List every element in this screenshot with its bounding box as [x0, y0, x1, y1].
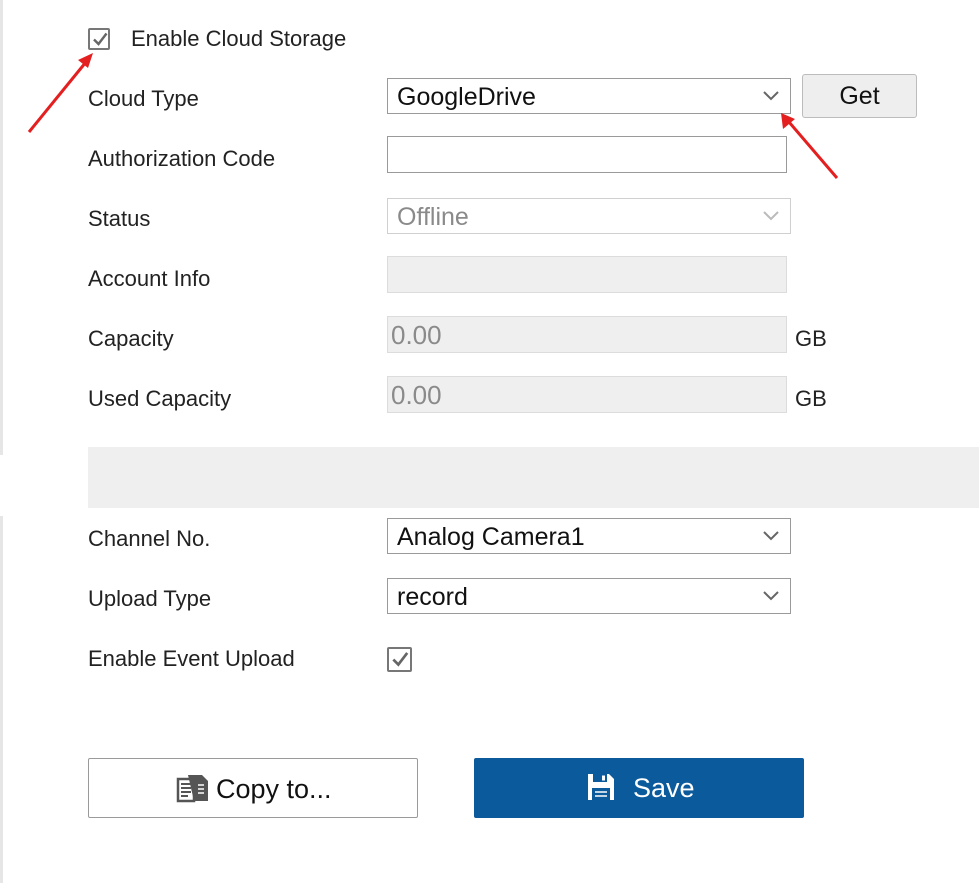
- authorization-code-label: Authorization Code: [88, 146, 276, 171]
- status-value: Offline: [397, 203, 469, 231]
- capacity-input: 0.00: [387, 316, 787, 353]
- chevron-down-icon: [763, 531, 779, 541]
- save-button[interactable]: Save: [474, 758, 804, 818]
- save-icon: [588, 774, 614, 800]
- used-capacity-value: 0.00: [391, 380, 442, 410]
- authorization-code-input[interactable]: [387, 136, 787, 173]
- channel-no-value: Analog Camera1: [397, 523, 585, 551]
- upload-type-value: record: [397, 583, 468, 611]
- checkmark-icon: [392, 652, 409, 667]
- annotation-arrow: [781, 113, 839, 179]
- used-capacity-input: 0.00: [387, 376, 787, 413]
- left-border: [0, 516, 3, 883]
- capacity-unit: GB: [795, 326, 827, 351]
- channel-no-select[interactable]: Analog Camera1: [387, 518, 791, 554]
- copy-to-label: Copy to...: [216, 774, 332, 804]
- used-capacity-label: Used Capacity: [88, 386, 232, 411]
- left-border: [0, 0, 3, 455]
- section-divider: [88, 447, 979, 508]
- enable-event-upload-checkbox[interactable]: [387, 647, 412, 672]
- account-info-input: [387, 256, 787, 293]
- checkmark-icon: [93, 32, 108, 46]
- enable-cloud-storage-checkbox[interactable]: [88, 28, 110, 50]
- get-button[interactable]: Get: [802, 74, 917, 118]
- cloud-type-select[interactable]: GoogleDrive: [387, 78, 791, 114]
- capacity-label: Capacity: [88, 326, 174, 351]
- cloud-type-value: GoogleDrive: [397, 83, 536, 111]
- upload-type-select[interactable]: record: [387, 578, 791, 614]
- status-select: Offline: [387, 198, 791, 234]
- cloud-type-label: Cloud Type: [88, 86, 199, 111]
- status-label: Status: [88, 206, 151, 231]
- account-info-label: Account Info: [88, 266, 211, 291]
- chevron-down-icon: [763, 591, 779, 601]
- copy-to-button[interactable]: Copy to...: [88, 758, 418, 818]
- enable-event-upload-label: Enable Event Upload: [88, 646, 295, 671]
- channel-no-label: Channel No.: [88, 526, 211, 551]
- capacity-value: 0.00: [391, 320, 442, 350]
- save-label: Save: [633, 773, 695, 803]
- annotation-arrow: [27, 53, 93, 133]
- used-capacity-unit: GB: [795, 386, 827, 411]
- copy-icon: [176, 775, 208, 803]
- chevron-down-icon: [763, 211, 779, 221]
- chevron-down-icon: [763, 91, 779, 101]
- upload-type-label: Upload Type: [88, 586, 212, 611]
- annotation-overlay: [27, 53, 839, 179]
- enable-cloud-storage-label: Enable Cloud Storage: [131, 26, 347, 51]
